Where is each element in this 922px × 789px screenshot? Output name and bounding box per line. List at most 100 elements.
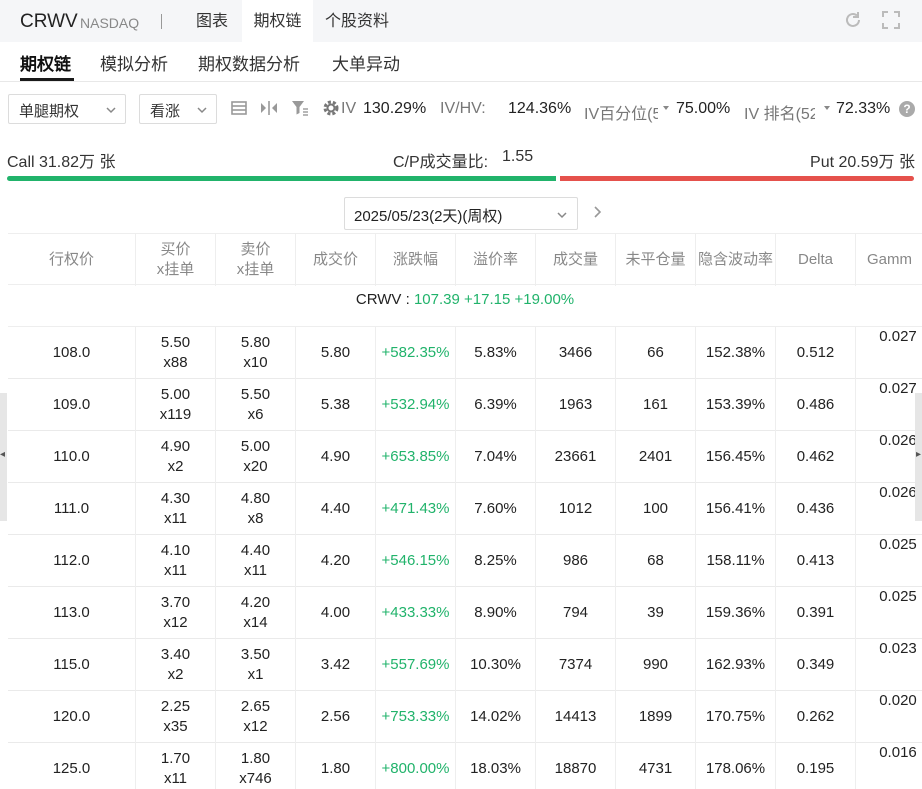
chevron-right-icon[interactable] (590, 203, 606, 221)
bid-cell: 3.40 x2 (136, 639, 216, 691)
volume-value: 1012 (558, 500, 593, 517)
ask-size-value: x10 (243, 354, 268, 371)
split-view-icon[interactable] (259, 98, 279, 118)
iv-cell: 178.06% (696, 743, 776, 789)
table-row[interactable]: 115.0 3.40 x2 3.50 x1 3.42 +557.69% 10.30% 7374 9… (8, 639, 922, 691)
open-interest-cell: 39 (616, 587, 696, 639)
strike-value: 112.0 (53, 552, 90, 569)
col-open-interest[interactable]: 未平仓量 (616, 234, 696, 286)
gamma-value: 0.020 (879, 692, 917, 709)
strike-cell: 112.0 (8, 535, 136, 587)
iv-rank-label: IV 排名(52 (744, 106, 815, 123)
iv-value: 156.45% (705, 448, 766, 465)
gamma-value: 0.023 (879, 640, 917, 657)
last-price-cell: 4.00 (296, 587, 376, 639)
fullscreen-icon[interactable] (880, 10, 902, 32)
col-delta[interactable]: Delta (776, 234, 856, 286)
col-volume[interactable]: 成交量 (536, 234, 616, 286)
iv-value: 152.38% (705, 344, 766, 361)
premium-cell: 18.03% (456, 743, 536, 789)
delta-cell: 0.391 (776, 587, 856, 639)
last-value: 4.90 (320, 448, 351, 465)
col-gamma[interactable]: Gamm (856, 234, 922, 286)
change-cell: +582.35% (376, 327, 456, 379)
header-label: 溢价率 (472, 251, 518, 268)
col-implied-volatility[interactable]: 隐含波动率 (696, 234, 776, 286)
gear-icon[interactable] (321, 98, 341, 118)
table-row[interactable]: 109.0 5.00 x119 5.50 x6 5.38 +532.94% 6.39% 1963… (8, 379, 922, 431)
subtab-option-data-analysis[interactable]: 期权数据分析 (198, 50, 300, 75)
refresh-icon[interactable] (842, 10, 864, 32)
delta-value: 0.195 (796, 760, 835, 777)
gamma-cell: 0.027 (856, 379, 922, 431)
chg-value: +582.35% (381, 344, 450, 361)
tab-company-profile[interactable]: 个股资料 (313, 0, 401, 42)
table-row[interactable]: 113.0 3.70 x12 4.20 x14 4.00 +433.33% 8.90% 794 3… (8, 587, 922, 639)
bid-size-value: x12 (163, 614, 188, 631)
header-label: 卖价 (240, 241, 271, 258)
chg-value: +653.85% (381, 448, 450, 465)
volume-value: 1963 (558, 396, 593, 413)
strike-value: 109.0 (52, 396, 91, 413)
bid-size-value: x88 (163, 354, 188, 371)
premium-cell: 7.04% (456, 431, 536, 483)
col-bid[interactable]: 买价 x挂单 (136, 234, 216, 286)
option-table-header: 行权价 买价 x挂单 卖价 x挂单 成交价 涨跌幅 溢价率 成交量 未平仓量 隐含波… (8, 233, 922, 286)
table-row[interactable]: 108.0 5.50 x88 5.80 x10 5.80 +582.35% 5.83% 3466… (8, 327, 922, 379)
col-premium[interactable]: 溢价率 (456, 234, 536, 286)
tab-chart[interactable]: 图表 (182, 0, 242, 42)
table-row[interactable]: 120.0 2.25 x35 2.65 x12 2.56 +753.33% 14.02% 144… (8, 691, 922, 743)
table-view-icon[interactable] (229, 98, 249, 118)
subtab-simulation[interactable]: 模拟分析 (100, 50, 168, 75)
expiry-date-select[interactable]: 2025/05/23(2天)(周权) (344, 197, 578, 230)
col-strike[interactable]: 行权价 (8, 234, 136, 286)
col-last[interactable]: 成交价 (296, 234, 376, 286)
col-ask[interactable]: 卖价 x挂单 (216, 234, 296, 286)
left-scroll-handle[interactable]: ◂ (0, 393, 7, 521)
divider (161, 14, 162, 29)
ivhv-value: 124.36% (508, 100, 572, 117)
iv-value: 130.29% (363, 100, 427, 117)
oi-value: 100 (642, 500, 669, 517)
subtab-block-trades[interactable]: 大单异动 (332, 50, 400, 75)
caret-down-icon[interactable] (662, 104, 670, 112)
change-cell: +753.33% (376, 691, 456, 743)
premium-value: 6.39% (474, 396, 517, 413)
delta-value: 0.262 (796, 708, 835, 725)
iv-percentile-label: IV百分位(5 (584, 106, 658, 123)
ask-cell: 4.40 x11 (216, 535, 296, 587)
tab-option-chain[interactable]: 期权链 (242, 0, 313, 42)
table-row[interactable]: 110.0 4.90 x2 5.00 x20 4.90 +653.85% 7.04% 23661… (8, 431, 922, 483)
col-change[interactable]: 涨跌幅 (376, 234, 456, 286)
last-value: 5.38 (320, 396, 351, 413)
last-value: 4.40 (320, 500, 351, 517)
table-row[interactable]: 125.0 1.70 x11 1.80 x746 1.80 +800.00% 18.03% 18… (8, 743, 922, 789)
direction-select[interactable]: 看涨 (139, 94, 217, 124)
volume-value: 23661 (554, 448, 597, 465)
help-icon[interactable]: ? (899, 101, 915, 117)
delta-cell: 0.512 (776, 327, 856, 379)
delta-value: 0.413 (796, 552, 835, 569)
filter-icon[interactable] (290, 98, 310, 118)
delta-cell: 0.486 (776, 379, 856, 431)
right-scroll-handle[interactable]: ▸ (915, 393, 922, 521)
oi-value: 1899 (638, 708, 673, 725)
table-row[interactable]: 111.0 4.30 x11 4.80 x8 4.40 +471.43% 7.60% 1012 1… (8, 483, 922, 535)
bid-value: 2.25 (160, 698, 191, 715)
last-price-cell: 4.40 (296, 483, 376, 535)
header-label: 涨跌幅 (392, 251, 438, 268)
premium-value: 18.03% (470, 760, 521, 777)
sub-tab-bar: 期权链 模拟分析 期权数据分析 大单异动 (0, 42, 922, 82)
delta-cell: 0.462 (776, 431, 856, 483)
volume-value: 14413 (554, 708, 597, 725)
gamma-cell: 0.023 (856, 639, 922, 691)
ask-value: 4.20 (240, 594, 271, 611)
delta-cell: 0.195 (776, 743, 856, 789)
gamma-value: 0.027 (879, 328, 917, 345)
table-row[interactable]: 112.0 4.10 x11 4.40 x11 4.20 +546.15% 8.25% 986 6… (8, 535, 922, 587)
premium-value: 10.30% (470, 656, 521, 673)
option-type-select[interactable]: 单腿期权 (8, 94, 126, 124)
subtab-option-chain[interactable]: 期权链 (20, 50, 71, 75)
ivhv-label: IV/HV: (440, 100, 486, 117)
caret-down-icon[interactable] (823, 104, 831, 112)
